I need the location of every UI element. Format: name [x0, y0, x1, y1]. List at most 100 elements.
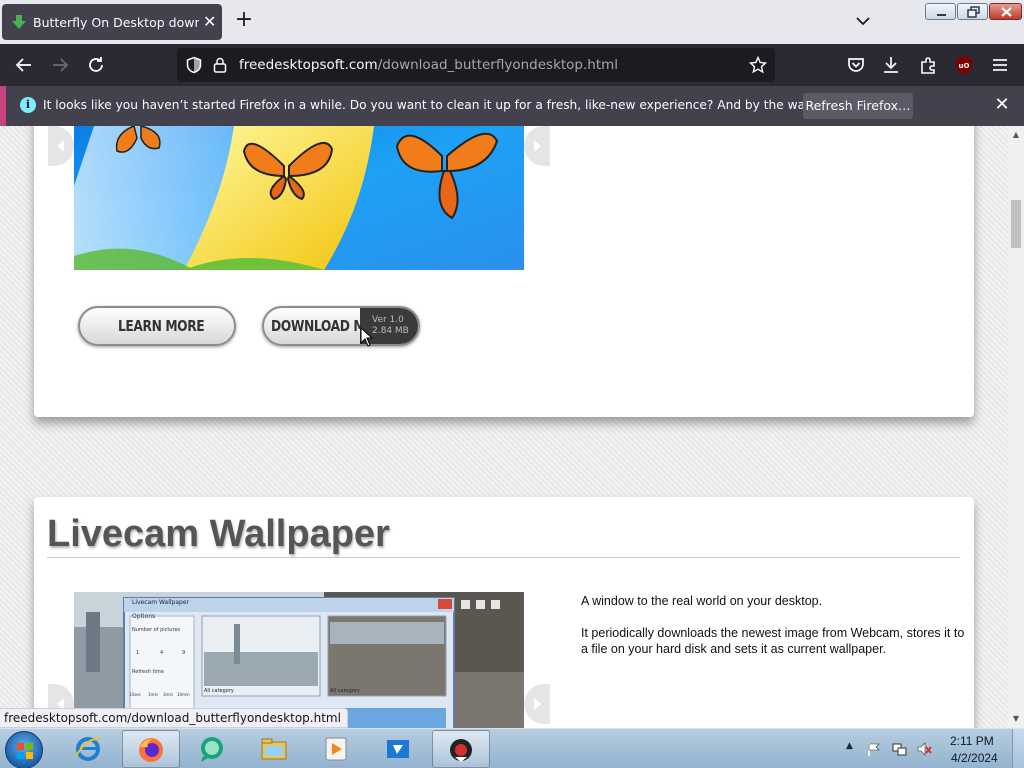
screenshot-time-10min: 10min: [177, 692, 190, 697]
scroll-up-icon[interactable]: ▲: [1011, 130, 1021, 140]
show-hidden-icons-arrow[interactable]: ▲: [846, 741, 853, 751]
show-desktop-button[interactable]: [1012, 729, 1024, 768]
url-host: freedesktopsoft.com: [239, 57, 378, 73]
scroll-down-icon[interactable]: ▼: [1011, 714, 1021, 724]
slider-prev-arrow[interactable]: [48, 126, 74, 166]
tab-close-icon[interactable]: ✕: [203, 14, 216, 30]
shield-icon[interactable]: [185, 56, 203, 74]
chevron-left-icon: [57, 140, 64, 152]
screenshot-num-4: 4: [160, 650, 164, 656]
screenshot-number-of-pictures: Number of pictures: [132, 627, 181, 633]
list-all-tabs-icon[interactable]: [852, 11, 874, 31]
start-button[interactable]: [5, 731, 43, 768]
screenshot-time-3min: 3min: [163, 692, 174, 697]
forward-icon[interactable]: [49, 54, 71, 76]
learn-more-label: LEARN MORE: [118, 317, 205, 335]
product-card-butterfly: LEARN MORE DOWNLOAD ME! Ver 1.0 2.84 MB: [34, 126, 974, 417]
taskbar-app-active[interactable]: [432, 730, 490, 768]
product-description: A window to the real world on your deskt…: [581, 593, 971, 673]
restore-button[interactable]: [957, 3, 988, 20]
internet-explorer-icon: [75, 737, 101, 761]
ublock-origin-icon[interactable]: uO: [953, 54, 975, 76]
file-size-text: 2.84 MB: [372, 326, 409, 336]
notification-message: It looks like you haven’t started Firefo…: [43, 98, 913, 112]
screenshot-refresh-time: Refresh time: [132, 669, 164, 675]
navigation-toolbar: freedesktopsoft.com/download_butterflyon…: [0, 44, 1024, 86]
clock-date[interactable]: 4/2/2024: [951, 751, 998, 765]
close-icon: [1001, 7, 1012, 17]
taskbar-chat-app[interactable]: [184, 730, 242, 768]
chevron-right-icon: [534, 698, 541, 710]
minimize-button[interactable]: [925, 3, 956, 20]
butterfly-screenshot: [74, 126, 524, 270]
page-scrollbar[interactable]: ▲ ▼: [1008, 126, 1024, 728]
url-path: /download_butterflyondesktop.html: [377, 57, 619, 73]
tab-strip: Butterfly On Desktop download ✕ +: [0, 0, 1024, 44]
restore-icon: [967, 6, 980, 18]
screenshot-num-1: 1: [136, 650, 140, 656]
address-bar[interactable]: freedesktopsoft.com/download_butterflyon…: [177, 48, 775, 82]
blue-app-icon: [387, 740, 409, 758]
screenshot-num-9: 9: [182, 650, 186, 656]
slider-next-arrow[interactable]: [524, 126, 550, 166]
tab-title: Butterfly On Desktop download: [33, 14, 199, 30]
product-title: Livecam Wallpaper: [47, 513, 390, 555]
media-player-icon: [325, 737, 347, 761]
butterfly-3: [395, 132, 499, 220]
pocket-icon[interactable]: [845, 54, 867, 76]
screenshot-window-title: Livecam Wallpaper: [132, 599, 189, 606]
screenshot-options-label: Options: [132, 613, 156, 620]
url-text[interactable]: freedesktopsoft.com/download_butterflyon…: [239, 57, 618, 73]
window-close-button[interactable]: [989, 3, 1022, 20]
screenshot-time-1min: 1min: [148, 692, 159, 697]
slider-next-arrow-2[interactable]: [524, 684, 550, 724]
taskbar-firefox[interactable]: [122, 730, 180, 768]
butterfly-illustration: [74, 126, 499, 270]
new-tab-button[interactable]: +: [232, 9, 256, 33]
reload-icon[interactable]: [85, 54, 107, 76]
svg-text:uO: uO: [959, 62, 970, 70]
download-me-button[interactable]: DOWNLOAD ME! Ver 1.0 2.84 MB: [262, 306, 420, 346]
action-center-flag-icon[interactable]: [866, 741, 882, 757]
learn-more-button[interactable]: LEARN MORE: [78, 306, 236, 346]
info-icon: i: [20, 97, 36, 113]
screenshot-all-category: All category: [204, 688, 234, 694]
refresh-firefox-button[interactable]: Refresh Firefox…: [803, 93, 913, 119]
scroll-thumb[interactable]: [1011, 200, 1021, 248]
installer-icon: [450, 739, 472, 762]
volume-muted-icon[interactable]: [916, 741, 932, 757]
description-line-2: It periodically downloads the newest ima…: [581, 626, 965, 656]
notification-close-icon[interactable]: ✕: [992, 95, 1012, 115]
extensions-icon[interactable]: [917, 54, 939, 76]
product-card-livecam: Livecam Wallpaper Livecam Wallpaper Opti…: [34, 497, 974, 728]
minimize-icon: [937, 14, 946, 16]
page-viewport: LEARN MORE DOWNLOAD ME! Ver 1.0 2.84 MB …: [0, 126, 1008, 728]
browser-tab[interactable]: Butterfly On Desktop download ✕: [2, 4, 222, 40]
mouse-cursor-icon: [360, 327, 374, 347]
windows-logo-icon: [17, 743, 33, 759]
screenshot-all-category-2: All category: [330, 688, 360, 694]
taskbar-internet-explorer[interactable]: [60, 730, 118, 768]
bookmark-star-icon[interactable]: [749, 56, 767, 74]
taskbar: ▲ 2:11 PM 4/2/2024: [0, 728, 1024, 768]
taskbar-file-explorer[interactable]: [246, 730, 304, 768]
back-icon[interactable]: [13, 54, 35, 76]
download-favicon-icon: [12, 15, 26, 29]
taskbar-app-blue[interactable]: [370, 730, 428, 768]
network-icon[interactable]: [891, 741, 907, 757]
firefox-icon: [139, 738, 163, 762]
chevron-right-icon: [534, 140, 541, 152]
chat-bubble-icon: [201, 737, 223, 762]
notification-bar: i It looks like you haven’t started Fire…: [0, 86, 1024, 126]
screenshot-time-10sec: 10sec: [129, 692, 141, 697]
taskbar-media-player[interactable]: [308, 730, 366, 768]
lock-icon[interactable]: [212, 56, 228, 74]
folder-icon: [261, 738, 287, 760]
downloads-icon[interactable]: [880, 54, 902, 76]
clock-time[interactable]: 2:11 PM: [950, 734, 994, 748]
title-divider: [47, 557, 960, 558]
description-line-1: A window to the real world on your deskt…: [581, 594, 823, 608]
version-text: Ver 1.0: [372, 315, 404, 325]
menu-hamburger-icon[interactable]: [989, 54, 1011, 76]
link-status-tooltip: freedesktopsoft.com/download_butterflyon…: [0, 708, 348, 728]
